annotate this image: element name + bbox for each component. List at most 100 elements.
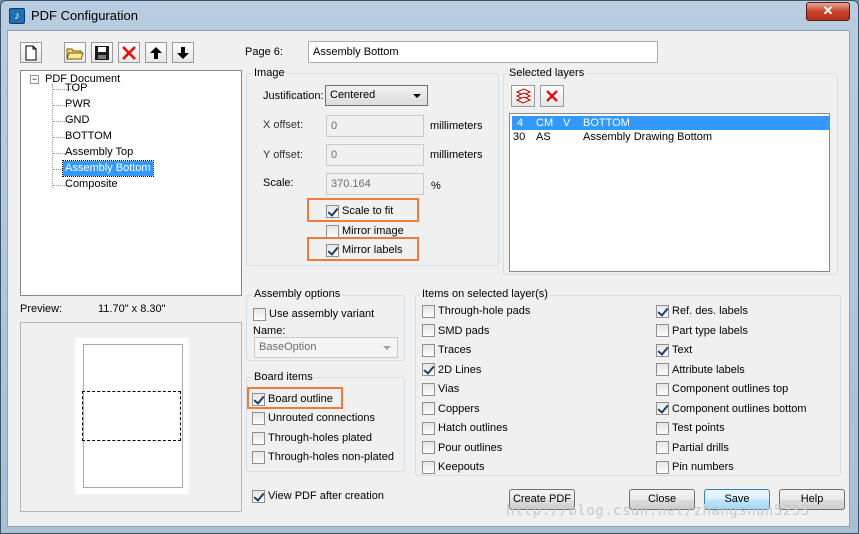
y-offset-label: Y offset: [263,149,303,161]
through-hole-pads-label: Through-hole pads [438,305,531,317]
select-layers-button[interactable] [511,85,535,107]
layer-name: BOTTOM [583,117,630,129]
checkbox-box [252,450,265,464]
component-outlines-bottom-checkbox[interactable]: Component outlines bottom [656,401,807,417]
chevron-down-icon [413,94,421,98]
preview-board-outline [82,391,181,441]
assembly-options-group-label: Assembly options [252,288,343,300]
vias-label: Vias [438,383,460,395]
tree-item-pwr[interactable]: PWR [63,97,93,112]
page-name-input[interactable]: Assembly Bottom [308,41,658,63]
title-bar[interactable]: ♪ PDF Configuration ✕ [1,1,858,31]
move-up-icon [150,46,162,59]
new-button[interactable] [20,42,42,63]
layer-flag: V [563,117,571,129]
tree-collapse-icon[interactable]: − [30,75,39,84]
tree-item-bottom[interactable]: BOTTOM [63,129,114,144]
save-button-toolbar[interactable] [91,42,113,63]
scale-to-fit-label: Scale to fit [342,205,394,217]
close-window-button[interactable]: ✕ [806,2,850,21]
mirror-labels-checkbox[interactable]: Mirror labels [326,242,403,258]
selected-layers-group-label: Selected layers [507,67,587,79]
view-pdf-checkbox[interactable]: View PDF after creation [252,488,384,504]
checkbox-box [656,304,669,318]
checkbox-box [326,243,339,257]
hatch-outlines-checkbox[interactable]: Hatch outlines [422,420,508,436]
remove-layer-button[interactable] [540,85,564,107]
tree-item-composite[interactable]: Composite [63,177,120,192]
justification-select[interactable]: Centered [325,85,428,106]
layer-type: AS [536,131,551,143]
open-button[interactable] [64,42,86,63]
selected-layers-list[interactable]: 4 CM V BOTTOM 30 AS Assembly Drawing Bot… [509,113,830,272]
variant-name-label: Name: [253,325,286,337]
chevron-down-icon [383,346,391,350]
smd-pads-checkbox[interactable]: SMD pads [422,323,489,339]
delete-button[interactable] [118,42,140,63]
page-tree[interactable]: − PDF Document TOP PWR GND BOTTOM Assemb… [20,70,242,296]
layer-row[interactable]: 4 CM V BOTTOM [512,116,829,130]
tree-item-assembly-top[interactable]: Assembly Top [63,145,135,160]
ref-des-labels-checkbox[interactable]: Ref. des. labels [656,303,748,319]
partial-drills-checkbox[interactable]: Partial drills [656,440,729,456]
checkbox-box [252,489,265,503]
test-points-checkbox[interactable]: Test points [656,420,725,436]
page-label: Page 6: [245,46,283,58]
scale-unit: % [431,180,441,192]
through-holes-plated-checkbox[interactable]: Through-holes plated [252,430,372,446]
traces-label: Traces [438,344,472,356]
move-up-button[interactable] [145,42,167,63]
x-offset-unit: millimeters [430,120,483,132]
ref-des-labels-label: Ref. des. labels [672,305,748,317]
scale-input[interactable]: 370.164 [326,173,424,195]
through-hole-pads-checkbox[interactable]: Through-hole pads [422,303,530,319]
watermark-text: http://blog.csdn.net/zhangshun5233 [506,503,810,519]
checkbox-box [656,441,669,454]
y-offset-input[interactable]: 0 [326,144,424,166]
component-outlines-top-checkbox[interactable]: Component outlines top [656,381,788,397]
variant-name-select[interactable]: BaseOption [254,337,398,358]
save-icon [95,45,109,60]
through-holes-non-plated-label: Through-holes non-plated [268,451,394,463]
partial-drills-label: Partial drills [672,441,729,454]
layer-name: Assembly Drawing Bottom [583,131,712,143]
move-down-button[interactable] [172,42,194,63]
smd-pads-label: SMD pads [438,324,490,337]
keepouts-checkbox[interactable]: Keepouts [422,459,484,475]
checkbox-box [656,343,669,357]
view-pdf-label: View PDF after creation [268,490,384,502]
part-type-labels-checkbox[interactable]: Part type labels [656,323,748,339]
checkbox-box [326,204,339,218]
x-offset-input[interactable]: 0 [326,115,424,137]
board-outline-checkbox[interactable]: Board outline [252,391,333,407]
items-on-layer-group-label: Items on selected layer(s) [420,288,550,300]
text-checkbox[interactable]: Text [656,342,692,358]
vias-checkbox[interactable]: Vias [422,381,459,397]
checkbox-box [422,343,435,357]
checkbox-box [252,392,265,406]
through-holes-non-plated-checkbox[interactable]: Through-holes non-plated [252,449,394,465]
checkbox-box [422,441,435,454]
unrouted-connections-checkbox[interactable]: Unrouted connections [252,410,375,426]
mirror-image-label: Mirror image [342,225,404,237]
tree-item-assembly-bottom[interactable]: Assembly Bottom [62,160,154,177]
layer-number: 4 [517,117,524,129]
justification-value: Centered [330,89,376,101]
coppers-checkbox[interactable]: Coppers [422,401,480,417]
use-assembly-variant-checkbox[interactable]: Use assembly variant [253,306,374,322]
pin-numbers-checkbox[interactable]: Pin numbers [656,459,734,475]
mirror-labels-label: Mirror labels [342,244,403,256]
attribute-labels-checkbox[interactable]: Attribute labels [656,362,745,378]
2d-lines-checkbox[interactable]: 2D Lines [422,362,481,378]
layer-row[interactable]: 30 AS Assembly Drawing Bottom [512,130,829,144]
scale-to-fit-checkbox[interactable]: Scale to fit [326,203,393,219]
pour-outlines-checkbox[interactable]: Pour outlines [422,440,502,456]
through-holes-plated-label: Through-holes plated [268,432,372,444]
checkbox-box [422,382,435,396]
tree-item-top[interactable]: TOP [63,81,89,96]
justification-label: Justification: [263,90,324,102]
tree-item-gnd[interactable]: GND [63,113,91,128]
new-icon [25,45,37,60]
traces-checkbox[interactable]: Traces [422,342,471,358]
layers-icon [515,88,532,104]
